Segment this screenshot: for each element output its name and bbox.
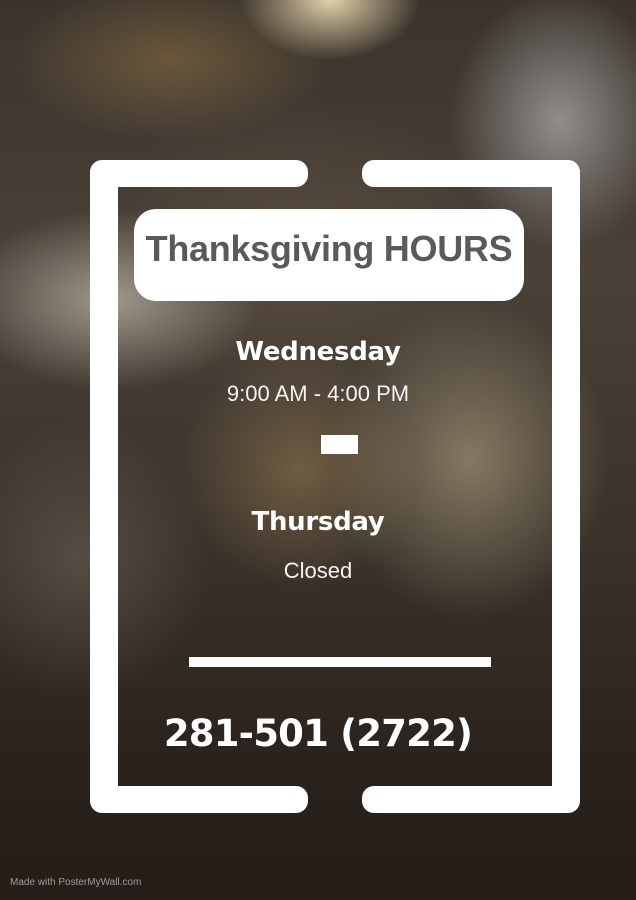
day-wednesday-label: Wednesday [235, 337, 401, 367]
frame-bottom-left-bar [90, 786, 308, 813]
long-divider [189, 657, 491, 667]
title-banner: Thanksgiving HOURS [134, 209, 524, 301]
frame-top-right-bar [362, 160, 580, 187]
frame-top-left-bar [90, 160, 308, 187]
phone-number: 281-501 (2722) [163, 712, 473, 755]
day-thursday-hours: Closed [283, 558, 353, 583]
frame-left-side [90, 170, 118, 800]
watermark: Made with PosterMyWall.com [10, 877, 142, 888]
frame-bottom-right-bar [362, 786, 580, 813]
small-divider [321, 435, 358, 454]
page-title: Thanksgiving HOURS [145, 228, 513, 269]
frame-right-side [552, 170, 580, 800]
day-thursday-label: Thursday [251, 507, 385, 537]
day-wednesday-hours: 9:00 AM - 4:00 PM [226, 381, 410, 406]
